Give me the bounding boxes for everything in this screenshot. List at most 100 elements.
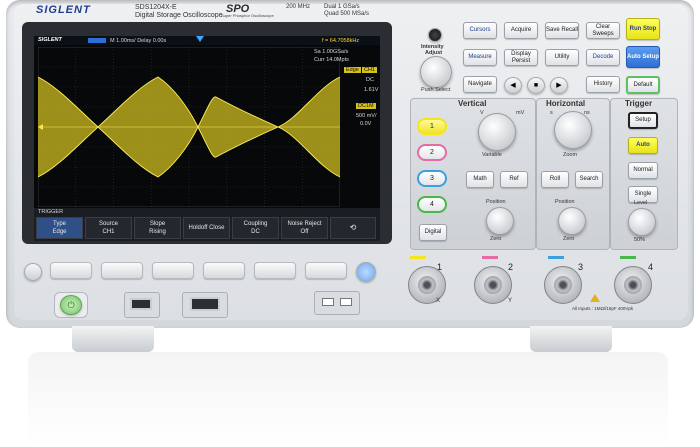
universal-knob-button[interactable] [356, 262, 376, 282]
auto-setup-button[interactable]: Auto Setup [626, 46, 660, 68]
menu-coupling-value: DC [251, 229, 260, 235]
menu-slope[interactable]: Slope Rising [134, 217, 181, 239]
sample-rate-readout: Sa 1.00GSa/s [314, 49, 349, 55]
menu-source[interactable]: Source CH1 [85, 217, 132, 239]
stand-reflection [28, 352, 668, 444]
menu-source-value: CH1 [102, 229, 115, 235]
clear-sweeps-button[interactable]: Clear Sweeps [586, 22, 620, 39]
trigger-level-label: Level [634, 200, 648, 206]
trigger-menu: TRIGGER Type Edge Source CH1 Slope Rising H… [34, 208, 380, 241]
trigger-setup-button[interactable]: Setup [628, 112, 658, 129]
bandwidth-label: 200 MHz [286, 4, 311, 10]
ch1-input-label: 1 [437, 262, 443, 272]
navigate-button[interactable]: Navigate [463, 76, 497, 93]
trigger-level-knob[interactable] [628, 208, 656, 236]
trigger-coupling-readout: DC [366, 77, 374, 83]
model-label: SDS1204X-E Digital Storage Oscilloscope [135, 4, 223, 20]
digital-button[interactable]: Digital [419, 224, 447, 241]
channel-4-button[interactable]: 4 [417, 196, 447, 213]
menu-holdoff[interactable]: Holdoff Close [183, 217, 230, 239]
status-bar: SIGLENT M 1.00ms/ Delay 0.00s f = 64.705… [34, 36, 380, 45]
display-persist-button[interactable]: Display Persist [504, 49, 538, 66]
softkey-6[interactable] [305, 262, 347, 279]
ch2-input-label: 2 [508, 262, 514, 272]
usb-host-port[interactable] [130, 298, 152, 310]
menu-off-button[interactable] [24, 263, 42, 281]
measure-button[interactable]: Measure [463, 49, 497, 66]
softkey-1[interactable] [50, 262, 92, 279]
vertical-zero-label: Zero [490, 236, 502, 242]
ch3-bnc-input[interactable] [544, 266, 582, 304]
probe-comp-gnd[interactable] [322, 298, 334, 306]
horizontal-position-label: Position [555, 199, 575, 205]
menu-type[interactable]: Type Edge [36, 217, 83, 239]
softkey-2[interactable] [101, 262, 143, 279]
trigger-info-panel: Sa 1.00GSa/s Curr 14.0Mpts Edge CH1 DC 1… [314, 47, 378, 207]
zoom-label: Zoom [563, 152, 578, 158]
horizontal-zero-label: Zero [563, 236, 575, 242]
x-axis-label: X [436, 298, 441, 304]
save-recall-button[interactable]: Save Recall [545, 22, 579, 39]
waveform-grid [38, 47, 340, 207]
trigger-edge-badge: Edge [344, 67, 361, 73]
ch2-color-strip [482, 256, 498, 259]
ch2-bnc-input[interactable] [474, 266, 512, 304]
acquire-button[interactable]: Acquire [504, 22, 538, 39]
horizontal-title: Horizontal [546, 99, 586, 108]
channel-1-button[interactable]: 1 [417, 118, 447, 135]
decode-button[interactable]: Decode [586, 49, 620, 66]
navigate-prev-button[interactable]: ◀ [504, 77, 522, 94]
menu-coupling[interactable]: Coupling DC [232, 217, 279, 239]
spec-dual: Dual 1 GSa/s [324, 4, 360, 10]
intensity-indicator-icon [428, 28, 442, 42]
horizontal-position-knob[interactable] [558, 207, 586, 235]
intensity-knob[interactable] [420, 56, 452, 88]
softkey-4[interactable] [203, 262, 245, 279]
ch4-bnc-input[interactable] [614, 266, 652, 304]
menu-type-value: Edge [52, 229, 67, 235]
softkey-3[interactable] [152, 262, 194, 279]
spo-subtitle: Super Phosphor Oscilloscope [221, 13, 274, 18]
ch1-color-strip [410, 256, 426, 259]
menu-noise-value: Off [300, 229, 309, 235]
trigger-50-label: 50% [634, 237, 646, 243]
vertical-position-knob[interactable] [486, 207, 514, 235]
run-stop-button[interactable]: Run Stop [626, 18, 660, 40]
menu-source-label: Source [98, 221, 118, 227]
navigate-next-button[interactable]: ▶ [550, 77, 568, 94]
horizontal-scale-knob[interactable] [554, 111, 592, 149]
trigger-normal-button[interactable]: Normal [628, 162, 658, 179]
ch3-color-strip [548, 256, 564, 259]
search-button[interactable]: Search [575, 171, 603, 188]
timebase-readout: M 1.00ms/ Delay 0.00s [110, 37, 167, 44]
history-button[interactable]: History [586, 76, 620, 93]
menu-network-icon[interactable]: ⟲ [330, 217, 376, 239]
menu-noise-reject[interactable]: Noise Reject Off [281, 217, 328, 239]
default-button[interactable]: Default [626, 76, 660, 94]
vertical-scale-knob[interactable] [478, 113, 516, 151]
utility-button[interactable]: Utility [545, 49, 579, 66]
ch4-color-strip [620, 256, 636, 259]
channel-2-button[interactable]: 2 [417, 144, 447, 161]
siglent-logo: SIGLENT [36, 4, 91, 16]
memory-depth-readout: Curr 14.0Mpts [314, 57, 349, 63]
menu-coupling-label: Coupling [243, 221, 268, 227]
push-select-label: Push Select [421, 87, 451, 93]
softkey-5[interactable] [254, 262, 296, 279]
roll-button[interactable]: Roll [541, 171, 569, 188]
ref-button[interactable]: Ref [500, 171, 528, 188]
usb-device-port[interactable] [190, 297, 220, 311]
menu-noise-label: Noise Reject [287, 221, 322, 227]
cursors-button[interactable]: Cursors [463, 22, 497, 39]
run-indicator [88, 38, 106, 43]
channel-3-button[interactable]: 3 [417, 170, 447, 187]
left-foot [72, 326, 154, 352]
probe-comp-signal[interactable] [340, 298, 352, 306]
trigger-auto-button[interactable]: Auto [628, 137, 658, 154]
frequency-readout: f = 64.7058kHz [322, 37, 360, 44]
trigger-title: Trigger [625, 99, 653, 108]
math-button[interactable]: Math [466, 171, 494, 188]
navigate-stop-button[interactable]: ■ [527, 77, 545, 94]
power-button[interactable]: ⏻ [60, 295, 82, 315]
variable-label: Variable [482, 152, 502, 158]
